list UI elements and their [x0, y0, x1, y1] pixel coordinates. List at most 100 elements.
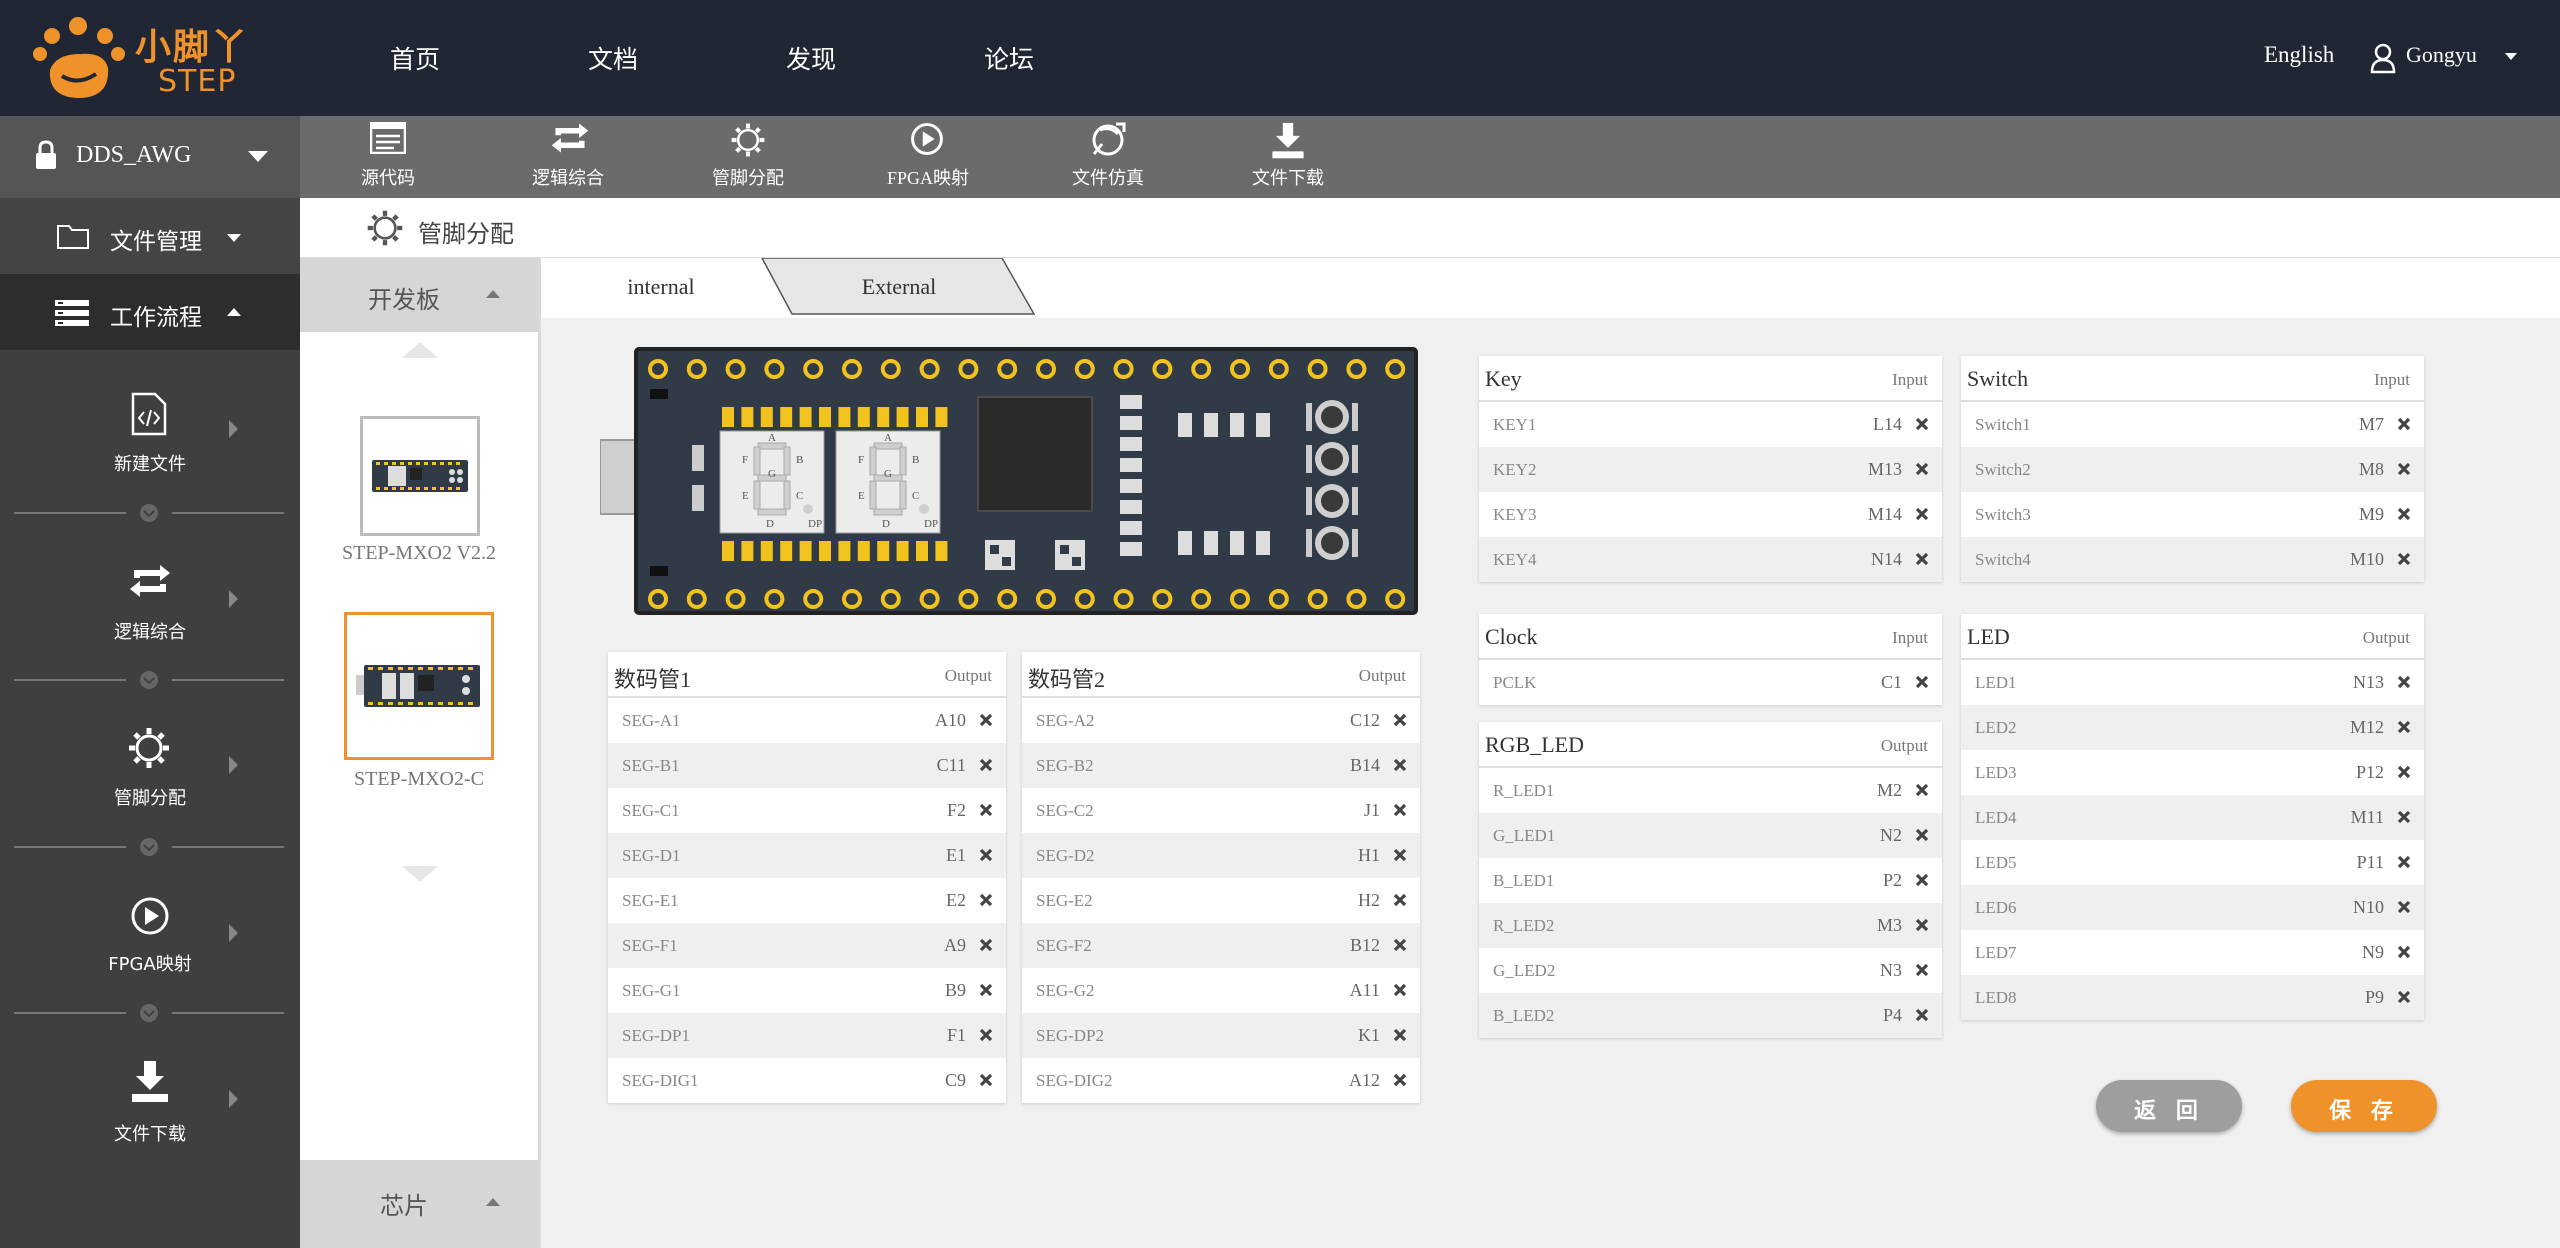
remove-pin-icon[interactable]: [1392, 802, 1408, 818]
remove-pin-icon[interactable]: [1914, 1007, 1930, 1023]
sidebar-file-manage[interactable]: 文件管理: [0, 198, 300, 274]
remove-pin-icon[interactable]: [1914, 827, 1930, 843]
remove-pin-icon[interactable]: [978, 1027, 994, 1043]
pin-value[interactable]: N2: [1880, 825, 1902, 846]
remove-pin-icon[interactable]: [2396, 854, 2412, 870]
pin-value[interactable]: A9: [944, 935, 966, 956]
pin-value[interactable]: P9: [2365, 987, 2384, 1008]
pin-value[interactable]: B12: [1350, 935, 1380, 956]
pin-value[interactable]: P12: [2356, 762, 2384, 783]
remove-pin-icon[interactable]: [978, 982, 994, 998]
remove-pin-icon[interactable]: [1392, 1072, 1408, 1088]
pin-value[interactable]: M9: [2359, 504, 2384, 525]
tab-internal[interactable]: internal: [541, 258, 781, 318]
remove-pin-icon[interactable]: [1914, 674, 1930, 690]
remove-pin-icon[interactable]: [978, 1072, 994, 1088]
pin-value[interactable]: H1: [1358, 845, 1380, 866]
pin-value[interactable]: C1: [1881, 672, 1902, 693]
tool-download[interactable]: 文件下载: [1208, 116, 1368, 198]
remove-pin-icon[interactable]: [1914, 506, 1930, 522]
pin-value[interactable]: L14: [1873, 414, 1902, 435]
remove-pin-icon[interactable]: [978, 757, 994, 773]
remove-pin-icon[interactable]: [2396, 461, 2412, 477]
remove-pin-icon[interactable]: [2396, 551, 2412, 567]
scroll-down-arrow-icon[interactable]: [400, 864, 440, 884]
pin-value[interactable]: J1: [1364, 800, 1380, 821]
remove-pin-icon[interactable]: [2396, 506, 2412, 522]
workflow-step-download[interactable]: 文件下载: [0, 1056, 300, 1196]
pin-value[interactable]: M7: [2359, 414, 2384, 435]
pin-value[interactable]: F1: [947, 1025, 966, 1046]
remove-pin-icon[interactable]: [1914, 461, 1930, 477]
board-card-mxo2-c[interactable]: [344, 612, 494, 760]
pin-value[interactable]: N13: [2353, 672, 2384, 693]
remove-pin-icon[interactable]: [1392, 982, 1408, 998]
pin-value[interactable]: K1: [1358, 1025, 1380, 1046]
user-menu[interactable]: Gongyu: [2370, 38, 2520, 78]
language-switch[interactable]: English: [2264, 42, 2334, 68]
tool-source-code[interactable]: 源代码: [308, 116, 468, 198]
pin-value[interactable]: C11: [937, 755, 966, 776]
remove-pin-icon[interactable]: [2396, 989, 2412, 1005]
brand-logo[interactable]: 小脚丫 STEP: [30, 12, 260, 104]
remove-pin-icon[interactable]: [2396, 944, 2412, 960]
tool-fpga-map[interactable]: FPGA映射: [848, 116, 1008, 198]
remove-pin-icon[interactable]: [1392, 712, 1408, 728]
remove-pin-icon[interactable]: [978, 802, 994, 818]
pin-value[interactable]: N3: [1880, 960, 1902, 981]
remove-pin-icon[interactable]: [978, 937, 994, 953]
pin-value[interactable]: M3: [1877, 915, 1902, 936]
pin-value[interactable]: H2: [1358, 890, 1380, 911]
pin-value[interactable]: M8: [2359, 459, 2384, 480]
pin-value[interactable]: P11: [2357, 852, 2384, 873]
nav-docs[interactable]: 文档: [588, 40, 638, 76]
remove-pin-icon[interactable]: [2396, 719, 2412, 735]
pin-value[interactable]: B14: [1350, 755, 1380, 776]
pin-value[interactable]: E1: [946, 845, 966, 866]
remove-pin-icon[interactable]: [978, 892, 994, 908]
pin-value[interactable]: C12: [1350, 710, 1380, 731]
pin-value[interactable]: N10: [2353, 897, 2384, 918]
tool-simulation[interactable]: 文件仿真: [1028, 116, 1188, 198]
remove-pin-icon[interactable]: [1392, 757, 1408, 773]
remove-pin-icon[interactable]: [978, 847, 994, 863]
pin-value[interactable]: B9: [945, 980, 966, 1001]
remove-pin-icon[interactable]: [1914, 962, 1930, 978]
remove-pin-icon[interactable]: [2396, 416, 2412, 432]
project-selector[interactable]: DDS_AWG: [0, 116, 300, 198]
remove-pin-icon[interactable]: [2396, 809, 2412, 825]
remove-pin-icon[interactable]: [1914, 782, 1930, 798]
remove-pin-icon[interactable]: [1392, 892, 1408, 908]
remove-pin-icon[interactable]: [1914, 416, 1930, 432]
pin-value[interactable]: M14: [1868, 504, 1902, 525]
remove-pin-icon[interactable]: [2396, 764, 2412, 780]
remove-pin-icon[interactable]: [1392, 847, 1408, 863]
pin-value[interactable]: M10: [2350, 549, 2384, 570]
tool-pin-assign[interactable]: 管脚分配: [668, 116, 828, 198]
pin-value[interactable]: N9: [2362, 942, 2384, 963]
nav-home[interactable]: 首页: [390, 40, 440, 76]
pin-value[interactable]: A10: [935, 710, 966, 731]
pin-value[interactable]: F2: [947, 800, 966, 821]
pin-value[interactable]: M12: [2350, 717, 2384, 738]
remove-pin-icon[interactable]: [1914, 872, 1930, 888]
pin-value[interactable]: P2: [1883, 870, 1902, 891]
tool-synthesis[interactable]: 逻辑综合: [488, 116, 648, 198]
remove-pin-icon[interactable]: [2396, 899, 2412, 915]
remove-pin-icon[interactable]: [978, 712, 994, 728]
back-button[interactable]: 返 回: [2096, 1080, 2242, 1132]
pin-value[interactable]: A11: [1350, 980, 1380, 1001]
save-button[interactable]: 保 存: [2291, 1080, 2437, 1132]
pin-value[interactable]: E2: [946, 890, 966, 911]
pin-value[interactable]: M2: [1877, 780, 1902, 801]
nav-forum[interactable]: 论坛: [984, 40, 1034, 76]
remove-pin-icon[interactable]: [1392, 1027, 1408, 1043]
nav-discover[interactable]: 发现: [786, 40, 836, 76]
scroll-up-arrow-icon[interactable]: [400, 340, 440, 360]
board-panel-header[interactable]: 开发板: [300, 258, 538, 332]
pin-value[interactable]: C9: [945, 1070, 966, 1091]
remove-pin-icon[interactable]: [1914, 551, 1930, 567]
pin-value[interactable]: N14: [1871, 549, 1902, 570]
chip-panel-header[interactable]: 芯片: [300, 1160, 538, 1248]
remove-pin-icon[interactable]: [1392, 937, 1408, 953]
